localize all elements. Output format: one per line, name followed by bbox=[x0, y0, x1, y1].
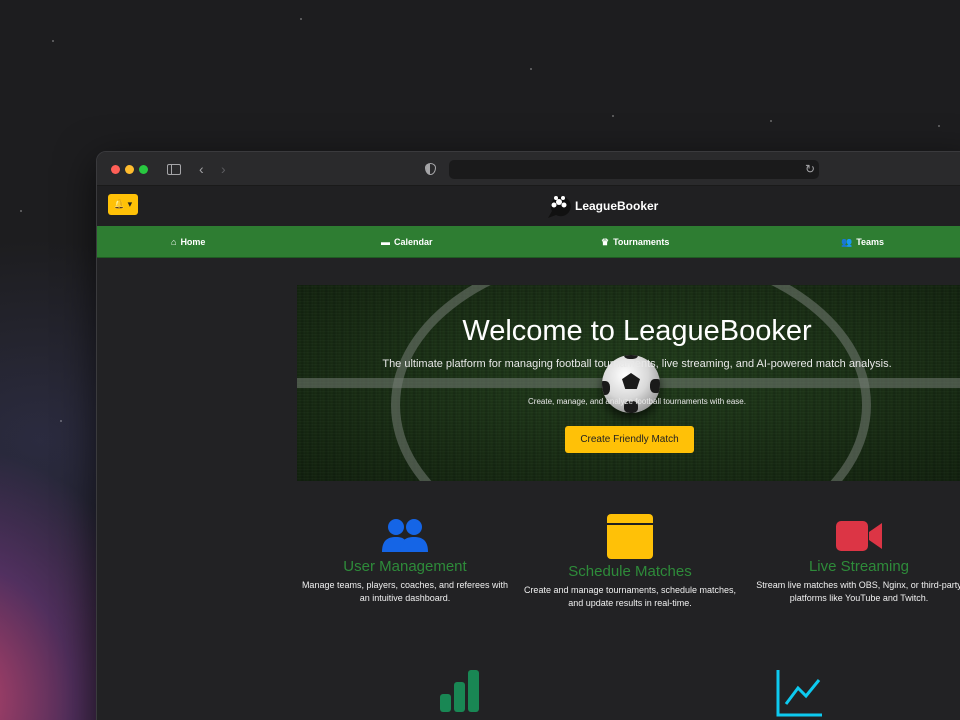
feature-description: Stream live matches with OBS, Nginx, or … bbox=[756, 580, 960, 603]
star bbox=[52, 40, 54, 42]
desktop-background: ‹ › ↻ 🔔 ▾ LeagueBooker ⌂ Home ▬ Calendar… bbox=[0, 0, 960, 720]
feature-schedule-matches: Schedule Matches Create and manage tourn… bbox=[520, 514, 740, 610]
feature-description: Create and manage tournaments, schedule … bbox=[523, 585, 737, 608]
house-icon: ⌂ bbox=[171, 237, 177, 247]
back-arrow-icon[interactable]: ‹ bbox=[199, 161, 204, 177]
browser-titlebar: ‹ › ↻ bbox=[97, 152, 960, 186]
reload-icon[interactable]: ↻ bbox=[805, 161, 815, 177]
nav-calendar-label: Calendar bbox=[394, 237, 433, 247]
address-bar[interactable] bbox=[449, 160, 819, 179]
feature-description: Manage teams, players, coaches, and refe… bbox=[301, 580, 509, 603]
logo-text: LeagueBooker bbox=[575, 199, 659, 213]
nav-teams[interactable]: 👥 Teams bbox=[841, 226, 884, 258]
star bbox=[612, 115, 614, 117]
feature-title: User Management bbox=[343, 558, 467, 575]
feature-title: Live Streaming bbox=[808, 558, 910, 575]
logo-icon bbox=[548, 196, 571, 218]
privacy-shield-icon[interactable] bbox=[425, 163, 436, 175]
create-friendly-match-button[interactable]: Create Friendly Match bbox=[565, 426, 694, 453]
sidebar-toggle-icon[interactable] bbox=[167, 164, 181, 175]
notifications-button[interactable]: 🔔 ▾ bbox=[108, 194, 138, 215]
feature-title: Schedule Matches bbox=[568, 563, 692, 580]
browser-window: ‹ › ↻ 🔔 ▾ LeagueBooker ⌂ Home ▬ Calendar… bbox=[96, 151, 960, 720]
nav-tournaments-label: Tournaments bbox=[613, 237, 670, 247]
forward-arrow-icon[interactable]: › bbox=[221, 161, 226, 177]
calendar-icon bbox=[607, 514, 653, 559]
video-camera-icon bbox=[836, 521, 882, 551]
close-window-button[interactable] bbox=[111, 165, 120, 174]
star bbox=[60, 420, 62, 422]
bar-chart-icon bbox=[440, 670, 479, 712]
trophy-icon: ♛ bbox=[601, 237, 610, 247]
star bbox=[530, 68, 532, 70]
hero-banner: Welcome to LeagueBooker The ultimate pla… bbox=[297, 285, 960, 481]
nav-home[interactable]: ⌂ Home bbox=[171, 226, 205, 258]
star bbox=[770, 120, 772, 122]
nav-tournaments[interactable]: ♛ Tournaments bbox=[601, 226, 669, 258]
nav-home-label: Home bbox=[180, 237, 206, 247]
feature-live-streaming: Live Streaming Stream live matches with … bbox=[749, 518, 960, 605]
users-icon: 👥 bbox=[841, 237, 853, 247]
maximize-window-button[interactable] bbox=[139, 165, 148, 174]
calendar-icon: ▬ bbox=[381, 237, 390, 247]
users-icon bbox=[382, 519, 428, 552]
star bbox=[938, 125, 940, 127]
hero-tagline: Create, manage, and analyze football tou… bbox=[528, 397, 746, 406]
star bbox=[300, 18, 302, 20]
bell-icon: 🔔 ▾ bbox=[113, 199, 133, 209]
site-header: 🔔 ▾ LeagueBooker bbox=[97, 186, 960, 226]
hero-subtitle: The ultimate platform for managing footb… bbox=[382, 358, 892, 370]
nav-calendar[interactable]: ▬ Calendar bbox=[381, 226, 433, 258]
hero-title: Welcome to LeagueBooker bbox=[462, 315, 812, 347]
line-chart-icon bbox=[776, 670, 822, 717]
main-navbar: ⌂ Home ▬ Calendar ♛ Tournaments 👥 Teams bbox=[97, 226, 960, 258]
minimize-window-button[interactable] bbox=[125, 165, 134, 174]
star bbox=[20, 210, 22, 212]
site-logo[interactable]: LeagueBooker bbox=[545, 192, 658, 220]
nav-teams-label: Teams bbox=[856, 237, 885, 247]
feature-user-management: User Management Manage teams, players, c… bbox=[297, 518, 513, 605]
